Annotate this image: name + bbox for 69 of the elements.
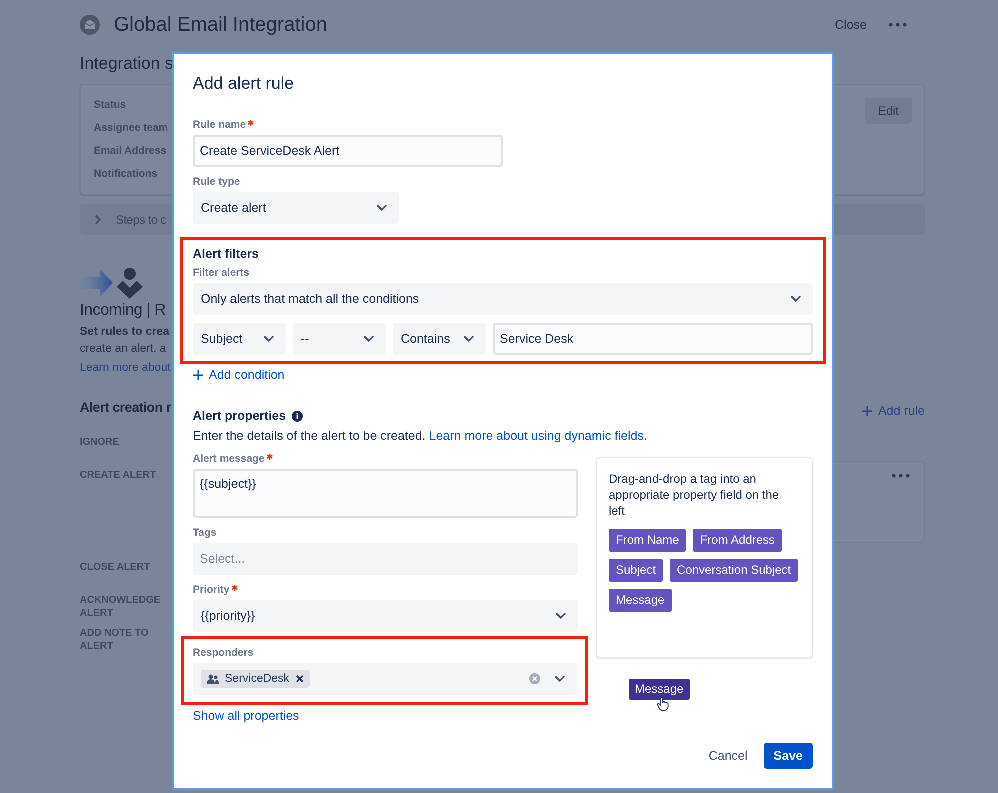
intro-text: Set rules to crea <box>80 325 170 340</box>
tag-chip[interactable]: From Name <box>609 529 686 552</box>
intro-text: create an alert, a <box>80 342 166 357</box>
section-heading: Alert properties <box>193 408 286 424</box>
section-heading: Alert creation r <box>80 400 172 414</box>
show-all-properties-link[interactable]: Show all properties <box>193 708 300 724</box>
field-label: Alert message <box>193 452 265 466</box>
section-heading: Alert filters <box>193 246 260 262</box>
section-heading: Incoming | R <box>80 302 166 320</box>
plus-icon <box>862 406 874 416</box>
dialog-title: Add alert rule <box>193 74 296 94</box>
hint-text: Drag-and-drop a tag into an appropriate property field on the left <box>609 471 780 519</box>
page-title: Global Email Integration <box>114 14 328 36</box>
steps-label: Steps to c <box>116 212 166 226</box>
field-label: Priority <box>193 583 230 597</box>
rule-type-label: ACKNOWLEDGE ALERT <box>80 594 162 620</box>
remove-icon <box>296 675 304 683</box>
condition-value-field[interactable]: Service Desk <box>493 323 813 355</box>
add-condition-link[interactable]: Add condition <box>193 367 285 383</box>
clear-icon <box>529 673 541 685</box>
rule-type-label: CLOSE ALERT <box>80 561 152 574</box>
chevron-down-icon <box>264 336 274 342</box>
match-select[interactable]: Only alerts that match all the conditions <box>193 283 813 315</box>
operator-select[interactable]: -- <box>293 323 386 355</box>
more-icon <box>889 23 907 27</box>
chevron-down-icon <box>464 336 474 342</box>
field-select[interactable]: Subject <box>193 323 286 355</box>
tags-field[interactable]: Select... <box>193 543 578 575</box>
field-label: Email Address <box>94 144 167 159</box>
chevron-down-icon <box>791 296 801 302</box>
field-label: Filter alerts <box>193 266 250 280</box>
plus-icon <box>193 370 204 380</box>
priority-select[interactable]: {{priority}} <box>193 600 578 632</box>
more-icon <box>892 474 910 478</box>
field-label: Status <box>94 98 126 113</box>
responder-chip[interactable]: ServiceDesk <box>201 670 310 688</box>
comparison-select[interactable]: Contains <box>393 323 486 355</box>
chevron-down-icon <box>555 676 565 682</box>
tag-chip[interactable]: Subject <box>609 559 664 582</box>
hand-cursor-icon <box>657 697 669 711</box>
team-icon <box>207 674 219 684</box>
rule-type-label: CREATE ALERT <box>80 469 158 482</box>
alert-message-field[interactable]: {{subject}} <box>193 469 578 518</box>
rule-type-label: IGNORE <box>80 436 120 449</box>
save-button[interactable]: Save <box>764 743 813 769</box>
tag-chip[interactable]: Message <box>609 589 672 612</box>
dynamic-fields-link[interactable]: Learn more about using dynamic fields. <box>429 429 648 443</box>
chevron-right-icon <box>95 214 101 224</box>
field-label: Assignee team <box>94 121 168 136</box>
info-icon <box>292 410 304 422</box>
chevron-down-icon <box>556 613 566 619</box>
field-label: Notifications <box>94 167 158 182</box>
field-label: Rule name <box>193 118 246 132</box>
chevron-down-icon <box>364 336 374 342</box>
tag-chip[interactable]: Conversation Subject <box>670 559 798 582</box>
cancel-button[interactable]: Cancel <box>702 743 754 769</box>
field-label: Tags <box>193 526 217 540</box>
arrow-user-icon <box>80 267 144 299</box>
description-text: Enter the details of the alert to be created. Learn more about using dynamic fields. <box>193 428 648 444</box>
rule-type-select[interactable]: Create alert <box>193 192 399 224</box>
rule-name-field[interactable]: Create ServiceDesk Alert <box>193 135 503 167</box>
dragged-tag-chip[interactable]: Message <box>629 679 690 700</box>
tag-chip[interactable]: From Address <box>693 529 782 552</box>
responders-select[interactable]: ServiceDesk <box>193 663 577 695</box>
field-label: Responders <box>193 646 254 660</box>
rule-type-label: ADD NOTE TO ALERT <box>80 627 150 653</box>
envelope-icon <box>80 15 100 35</box>
chevron-down-icon <box>377 205 387 211</box>
field-label: Rule type <box>193 175 240 189</box>
